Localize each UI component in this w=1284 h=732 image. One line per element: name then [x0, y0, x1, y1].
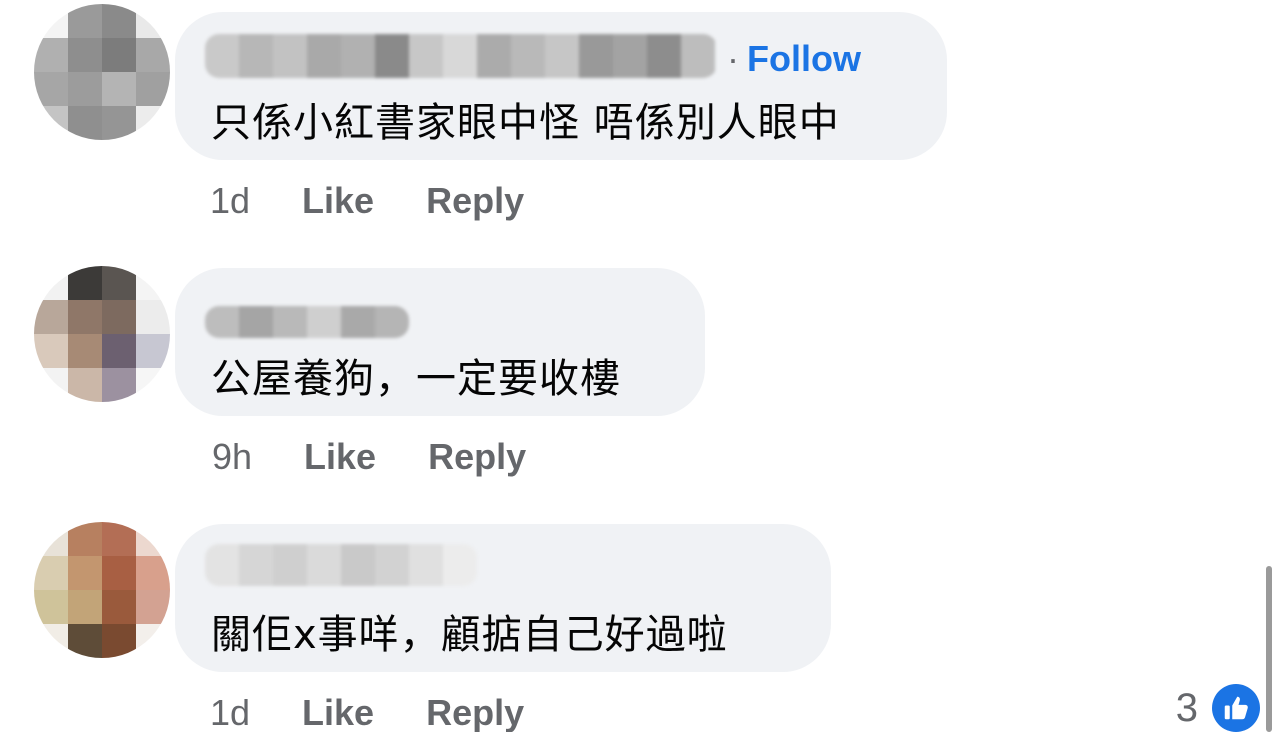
comment-bubble: 公屋養狗，一定要收樓	[175, 268, 705, 416]
author-name-blurred[interactable]	[205, 34, 717, 78]
reply-button[interactable]: Reply	[426, 692, 524, 732]
separator-dot: ·	[727, 38, 739, 79]
like-button[interactable]: Like	[302, 180, 374, 222]
timestamp[interactable]: 1d	[210, 692, 250, 732]
comment-text: 公屋養狗，一定要收樓	[211, 356, 621, 402]
comments-thread: · Follow 只係小紅書家眼中怪 唔係別人眼中 1d Like Reply 公…	[0, 0, 1284, 732]
reaction-count: 3	[1175, 685, 1198, 730]
comment-text: 只係小紅書家眼中怪 唔係別人眼中	[211, 100, 840, 146]
timestamp[interactable]: 9h	[212, 436, 252, 478]
comment-actions: 1d Like Reply	[210, 180, 576, 222]
reply-button[interactable]: Reply	[426, 180, 524, 222]
comment-bubble: · Follow 只係小紅書家眼中怪 唔係別人眼中	[175, 12, 947, 160]
follow-button[interactable]: · Follow	[727, 38, 861, 80]
avatar[interactable]	[34, 522, 170, 658]
avatar[interactable]	[34, 4, 170, 140]
follow-label: Follow	[747, 38, 861, 79]
like-thumb-icon	[1212, 684, 1260, 732]
like-button[interactable]: Like	[304, 436, 376, 478]
like-button[interactable]: Like	[302, 692, 374, 732]
author-name-blurred[interactable]	[205, 306, 409, 338]
scrollbar[interactable]	[1266, 566, 1272, 732]
reaction-summary[interactable]: 3	[1176, 684, 1260, 732]
timestamp[interactable]: 1d	[210, 180, 250, 222]
reply-button[interactable]: Reply	[428, 436, 526, 478]
comment-actions: 9h Like Reply	[212, 436, 578, 478]
comment-bubble: 關佢x事咩，顧掂自己好過啦	[175, 524, 831, 672]
comment-text: 關佢x事咩，顧掂自己好過啦	[211, 612, 728, 658]
comment-actions: 1d Like Reply	[210, 692, 576, 732]
avatar[interactable]	[34, 266, 170, 402]
author-name-blurred[interactable]	[205, 544, 477, 586]
